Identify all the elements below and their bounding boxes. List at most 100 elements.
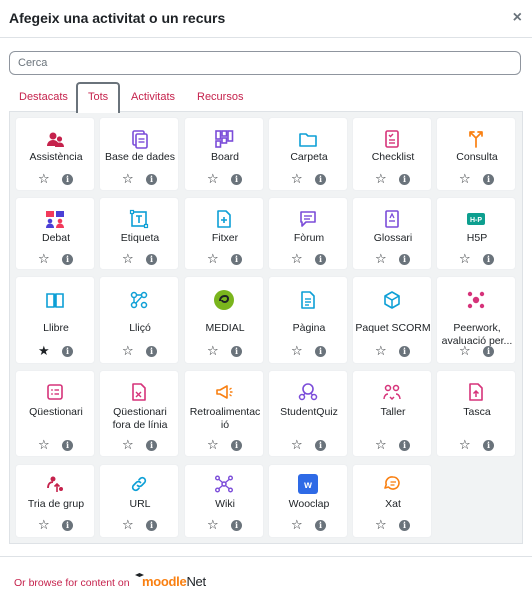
star-outline-icon[interactable]: ☆ — [291, 518, 303, 531]
star-outline-icon[interactable]: ☆ — [122, 518, 134, 531]
star-outline-icon[interactable]: ☆ — [38, 518, 50, 531]
info-icon[interactable]: i — [399, 440, 410, 451]
info-icon[interactable]: i — [231, 440, 242, 451]
star-outline-icon[interactable]: ☆ — [38, 172, 50, 185]
module-card-lesson[interactable]: Lliçó ☆ i — [99, 276, 179, 364]
star-outline-icon[interactable]: ☆ — [207, 344, 219, 357]
info-icon[interactable]: i — [399, 346, 410, 357]
info-icon[interactable]: i — [62, 254, 73, 265]
star-outline-icon[interactable]: ☆ — [459, 252, 471, 265]
h5p-icon: H-P — [465, 208, 487, 230]
module-card-workshop[interactable]: Taller ☆ i — [352, 370, 432, 457]
info-icon[interactable]: i — [315, 174, 326, 185]
module-card-group-choice[interactable]: Tria de grup ☆ i — [15, 464, 95, 538]
info-icon[interactable]: i — [399, 174, 410, 185]
svg-text:w: w — [303, 480, 312, 491]
info-icon[interactable]: i — [399, 520, 410, 531]
module-card-offline-quiz[interactable]: Qüestionari fora de línia ☆ i — [99, 370, 179, 457]
star-outline-icon[interactable]: ☆ — [291, 438, 303, 451]
star-outline-icon[interactable]: ☆ — [207, 172, 219, 185]
module-card-checklist[interactable]: Checklist ☆ i — [352, 117, 432, 191]
info-icon[interactable]: i — [62, 520, 73, 531]
star-outline-icon[interactable]: ☆ — [459, 172, 471, 185]
module-card-feedback[interactable]: Retroalimentac ió ☆ i — [184, 370, 264, 457]
module-card-attendance[interactable]: Assistència ☆ i — [15, 117, 95, 191]
close-icon[interactable]: × — [513, 8, 522, 28]
module-card-h5p[interactable]: H-P H5P ☆ i — [436, 197, 516, 270]
star-outline-icon[interactable]: ☆ — [375, 344, 387, 357]
star-outline-icon[interactable]: ☆ — [122, 252, 134, 265]
module-card-folder[interactable]: Carpeta ☆ i — [268, 117, 348, 191]
info-icon[interactable]: i — [62, 346, 73, 357]
info-icon[interactable]: i — [315, 440, 326, 451]
module-card-page[interactable]: Pàgina ☆ i — [268, 276, 348, 364]
module-card-label[interactable]: Etiqueta ☆ i — [99, 197, 179, 270]
module-card-assignment[interactable]: Tasca ☆ i — [436, 370, 516, 457]
module-card-quiz[interactable]: Qüestionari ☆ i — [15, 370, 95, 457]
star-outline-icon[interactable]: ☆ — [207, 438, 219, 451]
module-card-medial[interactable]: MEDIAL ☆ i — [184, 276, 264, 364]
star-outline-icon[interactable]: ☆ — [122, 172, 134, 185]
star-outline-icon[interactable]: ☆ — [375, 518, 387, 531]
module-card-glossary[interactable]: Glossari ☆ i — [352, 197, 432, 270]
info-icon[interactable]: i — [483, 440, 494, 451]
star-outline-icon[interactable]: ☆ — [291, 172, 303, 185]
tab-all[interactable]: Tots — [76, 82, 121, 113]
star-outline-icon[interactable]: ☆ — [291, 252, 303, 265]
module-card-forum[interactable]: Fòrum ☆ i — [268, 197, 348, 270]
module-card-board[interactable]: Board ☆ i — [184, 117, 264, 191]
module-card-wiki[interactable]: Wiki ☆ i — [184, 464, 264, 538]
module-card-scorm[interactable]: Paquet SCORM ☆ i — [352, 276, 432, 364]
database-icon — [128, 128, 150, 150]
star-outline-icon[interactable]: ☆ — [375, 172, 387, 185]
info-icon[interactable]: i — [146, 174, 157, 185]
tab-activities[interactable]: Activitats — [121, 82, 185, 113]
star-outline-icon[interactable]: ☆ — [375, 252, 387, 265]
info-icon[interactable]: i — [231, 520, 242, 531]
star-outline-icon[interactable]: ☆ — [122, 438, 134, 451]
module-card-wooclap[interactable]: w Wooclap ☆ i — [268, 464, 348, 538]
module-card-debate[interactable]: Debat ☆ i — [15, 197, 95, 270]
star-outline-icon[interactable]: ☆ — [291, 344, 303, 357]
star-outline-icon[interactable]: ☆ — [459, 438, 471, 451]
workshop-icon — [381, 381, 403, 403]
info-icon[interactable]: i — [231, 346, 242, 357]
star-outline-icon[interactable]: ☆ — [375, 438, 387, 451]
module-card-url[interactable]: URL ☆ i — [99, 464, 179, 538]
module-card-file[interactable]: Fitxer ☆ i — [184, 197, 264, 270]
star-outline-icon[interactable]: ☆ — [459, 344, 471, 357]
moodlenet-link[interactable]: moodleNet — [142, 574, 206, 589]
tab-resources[interactable]: Recursos — [187, 82, 253, 113]
star-outline-icon[interactable]: ☆ — [207, 518, 219, 531]
search-input[interactable] — [9, 51, 521, 75]
info-icon[interactable]: i — [315, 520, 326, 531]
module-card-studentquiz[interactable]: StudentQuiz ☆ i — [268, 370, 348, 457]
module-card-book[interactable]: Llibre ★ i — [15, 276, 95, 364]
info-icon[interactable]: i — [399, 254, 410, 265]
info-icon[interactable]: i — [62, 174, 73, 185]
star-outline-icon[interactable]: ☆ — [38, 252, 50, 265]
info-icon[interactable]: i — [315, 346, 326, 357]
info-icon[interactable]: i — [62, 440, 73, 451]
module-label: Taller — [380, 406, 406, 418]
info-icon[interactable]: i — [483, 174, 494, 185]
module-card-peerwork[interactable]: Peerwork, avaluació per... ☆ i — [436, 276, 516, 364]
star-filled-icon[interactable]: ★ — [38, 344, 50, 357]
info-icon[interactable]: i — [231, 254, 242, 265]
info-icon[interactable]: i — [146, 520, 157, 531]
info-icon[interactable]: i — [231, 174, 242, 185]
star-outline-icon[interactable]: ☆ — [207, 252, 219, 265]
assignment-icon — [465, 381, 487, 403]
module-card-chat[interactable]: Xat ☆ i — [352, 464, 432, 538]
info-icon[interactable]: i — [146, 254, 157, 265]
info-icon[interactable]: i — [146, 440, 157, 451]
tab-featured[interactable]: Destacats — [9, 82, 78, 113]
info-icon[interactable]: i — [483, 254, 494, 265]
star-outline-icon[interactable]: ☆ — [38, 438, 50, 451]
module-card-choice[interactable]: Consulta ☆ i — [436, 117, 516, 191]
info-icon[interactable]: i — [315, 254, 326, 265]
star-outline-icon[interactable]: ☆ — [122, 344, 134, 357]
module-card-database[interactable]: Base de dades ☆ i — [99, 117, 179, 191]
info-icon[interactable]: i — [146, 346, 157, 357]
info-icon[interactable]: i — [483, 346, 494, 357]
